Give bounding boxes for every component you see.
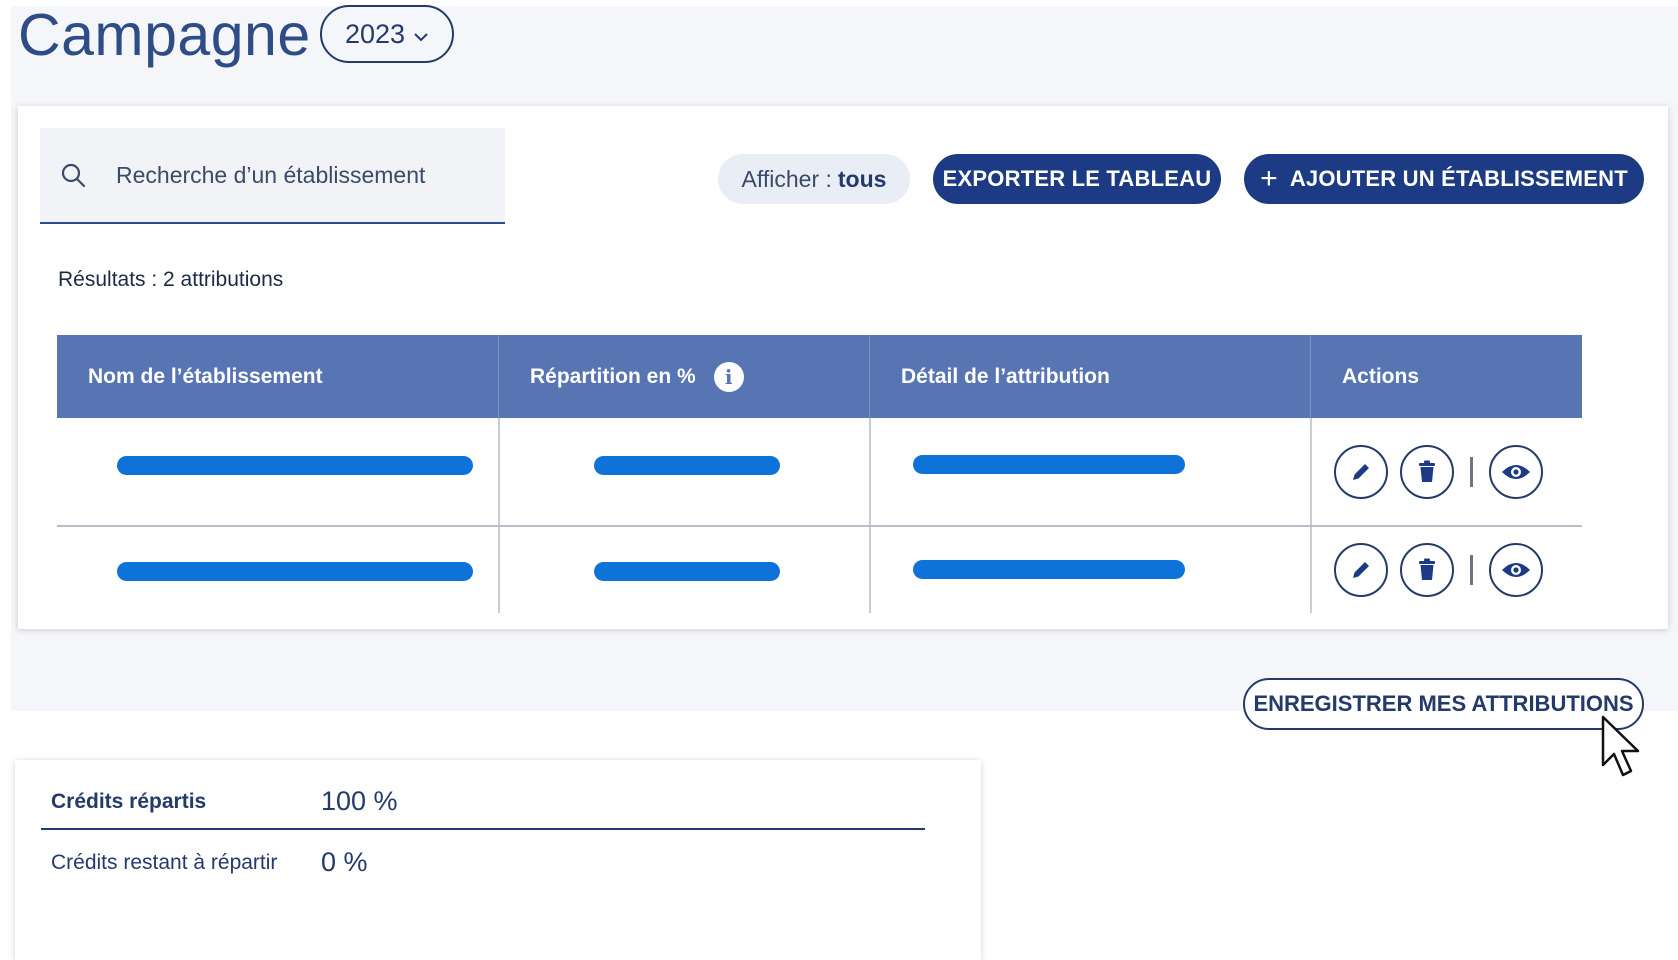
cell-actions xyxy=(1310,418,1582,525)
year-select[interactable]: 2023 xyxy=(320,5,454,63)
filter-display-toggle[interactable]: Afficher : tous xyxy=(718,154,910,204)
column-header-name: Nom de l’établissement xyxy=(88,364,323,388)
trash-icon xyxy=(1419,460,1435,482)
cell-detail xyxy=(869,527,1310,613)
cell-actions xyxy=(1310,527,1582,613)
search-input[interactable] xyxy=(114,160,505,190)
chevron-down-icon xyxy=(413,26,429,47)
placeholder-bar xyxy=(913,560,1185,579)
actions-separator xyxy=(1470,456,1473,487)
credits-distributed-row: Crédits répartis 100 % xyxy=(51,786,398,817)
trash-icon xyxy=(1419,558,1435,580)
table-header: Nom de l’établissement Répartition en % … xyxy=(57,335,1582,418)
edit-icon xyxy=(1353,463,1369,480)
save-attributions-button[interactable]: ENREGISTRER MES ATTRIBUTIONS xyxy=(1243,678,1644,730)
placeholder-bar xyxy=(117,562,473,581)
cell-percentage xyxy=(498,418,869,525)
credits-divider xyxy=(41,828,925,830)
attributions-card: Afficher : tous EXPORTER LE TABLEAU + AJ… xyxy=(18,106,1668,629)
column-header-actions: Actions xyxy=(1310,335,1582,418)
year-select-value: 2023 xyxy=(344,18,406,49)
info-icon[interactable]: i xyxy=(713,361,744,392)
table-row xyxy=(57,527,1582,613)
view-button[interactable] xyxy=(1489,444,1543,499)
edit-button[interactable] xyxy=(1334,444,1388,499)
filter-value: tous xyxy=(837,165,887,192)
cell-detail xyxy=(869,418,1310,525)
mouse-cursor-icon xyxy=(1601,715,1640,777)
placeholder-bar xyxy=(913,455,1185,474)
column-header-percentage: Répartition en % i xyxy=(498,335,869,418)
edit-icon xyxy=(1353,562,1369,578)
eye-icon xyxy=(1502,464,1530,479)
search-field[interactable] xyxy=(40,128,505,224)
column-header-detail: Détail de l’attribution xyxy=(869,335,1310,418)
eye-icon xyxy=(1502,563,1530,577)
export-table-button[interactable]: EXPORTER LE TABLEAU xyxy=(933,154,1221,204)
credits-remaining-label: Crédits restant à répartir xyxy=(51,850,278,874)
cell-name xyxy=(57,527,498,613)
credits-distributed-label: Crédits répartis xyxy=(51,789,207,813)
credits-remaining-value: 0 % xyxy=(321,847,368,877)
placeholder-bar xyxy=(594,562,780,581)
attributions-table: Nom de l’établissement Répartition en % … xyxy=(57,335,1582,613)
delete-button[interactable] xyxy=(1400,543,1454,597)
add-establishment-button[interactable]: + AJOUTER UN ÉTABLISSEMENT xyxy=(1244,154,1644,204)
credits-summary-card: Crédits répartis 100 % Crédits restant à… xyxy=(15,760,981,960)
actions-separator xyxy=(1470,555,1473,585)
filter-label: Afficher : xyxy=(741,165,832,192)
results-count: Résultats : 2 attributions xyxy=(58,268,284,291)
placeholder-bar xyxy=(117,456,473,475)
plus-icon: + xyxy=(1260,162,1278,195)
credits-distributed-value: 100 % xyxy=(321,786,398,816)
search-icon xyxy=(61,163,86,188)
table-row xyxy=(57,418,1582,527)
cell-name xyxy=(57,418,498,525)
credits-remaining-row: Crédits restant à répartir 0 % xyxy=(51,847,368,878)
add-establishment-label: AJOUTER UN ÉTABLISSEMENT xyxy=(1289,166,1628,191)
cell-percentage xyxy=(498,527,869,613)
edit-button[interactable] xyxy=(1334,543,1388,597)
page-title: Campagne xyxy=(18,2,311,68)
view-button[interactable] xyxy=(1489,543,1543,597)
placeholder-bar xyxy=(594,456,780,475)
delete-button[interactable] xyxy=(1400,444,1454,499)
